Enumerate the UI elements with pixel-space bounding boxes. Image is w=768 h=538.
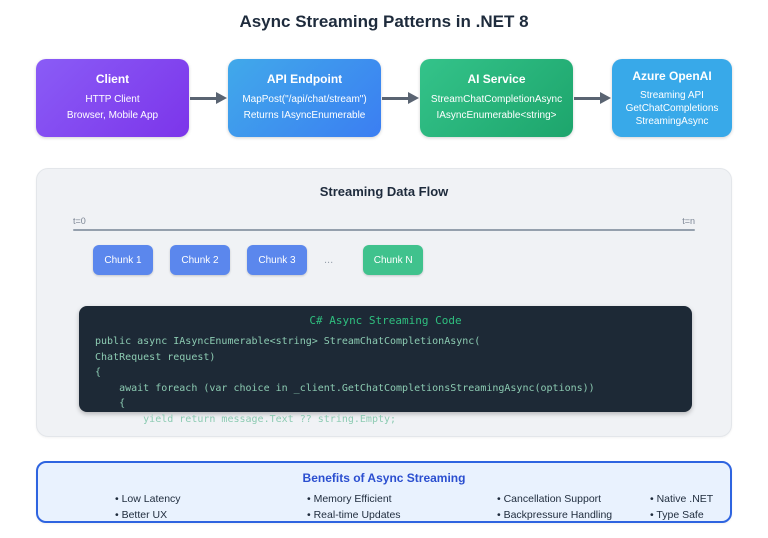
benefit-item: • Native .NET <box>650 491 730 507</box>
chunk-n: Chunk N <box>363 245 423 275</box>
chunk-1: Chunk 1 <box>93 245 153 275</box>
arrow-right-icon <box>190 92 227 104</box>
node-subtitle: StreamChatCompletionAsync <box>426 92 567 108</box>
node-subtitle: Returns IAsyncEnumerable <box>234 108 375 124</box>
benefits-panel: Benefits of Async Streaming • Low Latenc… <box>36 461 732 523</box>
page-title: Async Streaming Patterns in .NET 8 <box>0 0 768 32</box>
pipeline-diagram: Client HTTP Client Browser, Mobile App A… <box>36 58 732 138</box>
arrow-head <box>408 92 419 104</box>
code-block-title: C# Async Streaming Code <box>95 314 676 327</box>
benefits-column: • Low Latency • Better UX <box>115 491 307 523</box>
arrow-head <box>216 92 227 104</box>
code-line: { <box>95 396 676 412</box>
chunk-2: Chunk 2 <box>170 245 230 275</box>
benefits-column: • Cancellation Support • Backpressure Ha… <box>497 491 650 523</box>
node-title: Client <box>42 72 183 86</box>
node-title: AI Service <box>426 72 567 86</box>
benefit-item: • Real-time Updates <box>307 507 497 523</box>
benefits-column: • Memory Efficient • Real-time Updates <box>307 491 497 523</box>
streaming-data-flow-panel: Streaming Data Flow t=0 t=n Chunk 1 Chun… <box>36 168 732 437</box>
ellipsis-label: ... <box>324 254 333 266</box>
benefits-grid: • Low Latency • Better UX • Memory Effic… <box>38 491 730 523</box>
code-line-overflow: yield return message.Text ?? string.Empt… <box>95 412 676 428</box>
timeline: t=0 t=n <box>73 216 695 231</box>
pipeline-node-api-endpoint: API Endpoint MapPost("/api/chat/stream")… <box>228 59 381 137</box>
pipeline-node-client: Client HTTP Client Browser, Mobile App <box>36 59 189 137</box>
flow-panel-title: Streaming Data Flow <box>37 169 731 199</box>
node-title: API Endpoint <box>234 72 375 86</box>
code-line: { <box>95 365 676 381</box>
chunk-3: Chunk 3 <box>247 245 307 275</box>
arrow-head <box>600 92 611 104</box>
node-subtitle: Streaming API <box>618 89 726 102</box>
timeline-axis <box>73 229 695 231</box>
code-line: public async IAsyncEnumerable<string> St… <box>95 334 676 350</box>
timeline-start-label: t=0 <box>73 216 86 226</box>
arrow-right-icon <box>382 92 419 104</box>
pipeline-node-azure-openai: Azure OpenAI Streaming API GetChatComple… <box>612 59 732 137</box>
node-subtitle: MapPost("/api/chat/stream") <box>234 92 375 108</box>
code-line: await foreach (var choice in _client.Get… <box>95 381 676 397</box>
timeline-end-label: t=n <box>682 216 695 226</box>
node-subtitle: GetChatCompletions <box>618 102 726 115</box>
benefit-item: • Memory Efficient <box>307 491 497 507</box>
benefit-item: • Type Safe <box>650 507 730 523</box>
arrow-shaft <box>190 97 216 100</box>
benefits-column: • Native .NET • Type Safe <box>650 491 730 523</box>
node-subtitle: IAsyncEnumerable<string> <box>426 108 567 124</box>
code-block: C# Async Streaming Code public async IAs… <box>79 306 692 412</box>
benefits-title: Benefits of Async Streaming <box>38 471 730 485</box>
node-subtitle: StreamingAsync <box>618 115 726 128</box>
benefit-item: • Cancellation Support <box>497 491 650 507</box>
pipeline-node-ai-service: AI Service StreamChatCompletionAsync IAs… <box>420 59 573 137</box>
benefit-item: • Better UX <box>115 507 307 523</box>
node-title: Azure OpenAI <box>618 69 726 83</box>
node-subtitle: HTTP Client <box>42 92 183 108</box>
arrow-shaft <box>574 97 600 100</box>
code-line: ChatRequest request) <box>95 350 676 366</box>
node-subtitle: Browser, Mobile App <box>42 108 183 124</box>
chunk-row: Chunk 1 Chunk 2 Chunk 3 ... Chunk N <box>93 245 731 275</box>
arrow-right-icon <box>574 92 611 104</box>
benefit-item: • Backpressure Handling <box>497 507 650 523</box>
benefit-item: • Low Latency <box>115 491 307 507</box>
arrow-shaft <box>382 97 408 100</box>
